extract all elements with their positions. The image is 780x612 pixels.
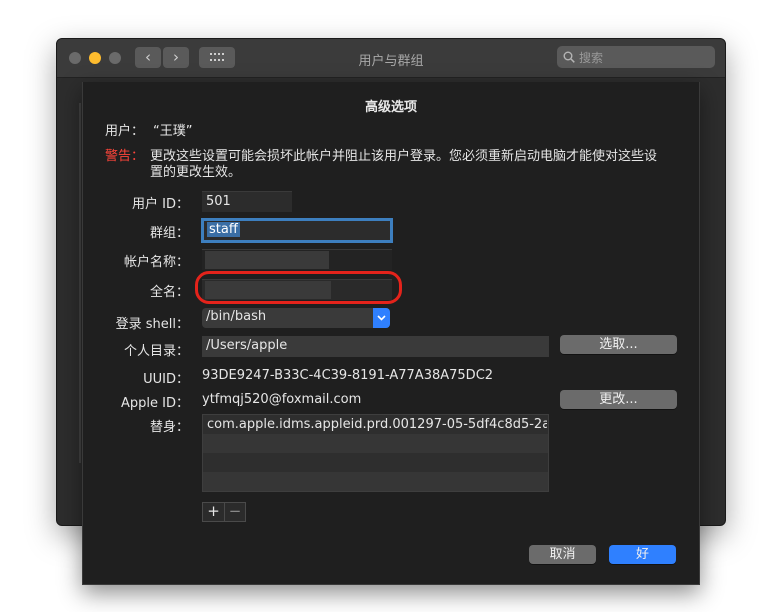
- login-shell-value: /bin/bash: [206, 309, 267, 324]
- user-label: 用户：: [105, 124, 145, 139]
- alias-item-text: com.apple.idms.appleid.prd.001297-05-5df…: [207, 417, 547, 432]
- list-item[interactable]: [203, 453, 548, 472]
- list-item[interactable]: [203, 472, 548, 491]
- highlight-circle: [195, 271, 402, 304]
- uuid-value: 93DE9247-B33C-4C39-8191-A77A38A75DC2: [202, 368, 494, 383]
- aliases-list[interactable]: com.apple.idms.appleid.prd.001297-05-5df…: [202, 414, 549, 492]
- full-name-label: 全名：: [149, 285, 189, 300]
- home-dir-value: /Users/apple: [206, 338, 288, 353]
- apple-id-label: Apple ID：: [121, 396, 189, 411]
- search-placeholder: 搜索: [579, 51, 604, 65]
- apple-id-value: ytfmqj520@foxmail.com: [202, 392, 362, 407]
- user-id-field[interactable]: 501: [202, 191, 292, 212]
- account-name-field[interactable]: [202, 249, 392, 270]
- uuid-label: UUID：: [143, 372, 189, 387]
- advanced-options-sheet: 高级选项 用户： “王璞” 警告： 更改这些设置可能会损坏此帐户并阻止该用户登录…: [82, 82, 700, 585]
- sheet-title: 高级选项: [364, 100, 417, 115]
- login-shell-label: 登录 shell：: [115, 317, 189, 332]
- list-item[interactable]: [203, 434, 548, 453]
- choose-button[interactable]: 选取...: [560, 335, 677, 354]
- add-remove-control: + −: [202, 502, 246, 522]
- cancel-button[interactable]: 取消: [529, 545, 596, 564]
- chevron-down-icon: [377, 315, 386, 321]
- aliases-label: 替身：: [149, 420, 189, 435]
- group-field[interactable]: staff: [201, 218, 393, 243]
- list-item[interactable]: com.apple.idms.appleid.prd.001297-05-5df…: [203, 415, 548, 434]
- user-name: “王璞”: [153, 124, 193, 139]
- remove-alias-button[interactable]: −: [225, 503, 245, 521]
- user-id-value: 501: [206, 194, 231, 209]
- group-label: 群组：: [149, 226, 189, 241]
- title-bar: ‹ › 用户与群组 搜索: [57, 39, 725, 78]
- background-panel-edge: [79, 103, 81, 463]
- login-shell-combobox[interactable]: /bin/bash: [202, 308, 390, 328]
- home-dir-label: 个人目录：: [123, 344, 189, 359]
- group-value: staff: [207, 222, 240, 237]
- add-alias-button[interactable]: +: [203, 503, 225, 521]
- dropdown-button[interactable]: [373, 308, 390, 328]
- warning-text-line2: 置的更改生效。: [150, 165, 242, 180]
- home-dir-field[interactable]: /Users/apple: [202, 336, 549, 357]
- change-apple-id-button[interactable]: 更改...: [560, 390, 677, 409]
- user-id-label: 用户 ID：: [132, 197, 189, 212]
- search-icon: [563, 51, 575, 63]
- ok-button[interactable]: 好: [609, 545, 676, 564]
- warning-label: 警告：: [105, 149, 145, 164]
- redacted-account-name: [205, 251, 329, 269]
- account-name-label: 帐户名称：: [123, 255, 189, 270]
- search-field[interactable]: 搜索: [557, 46, 715, 68]
